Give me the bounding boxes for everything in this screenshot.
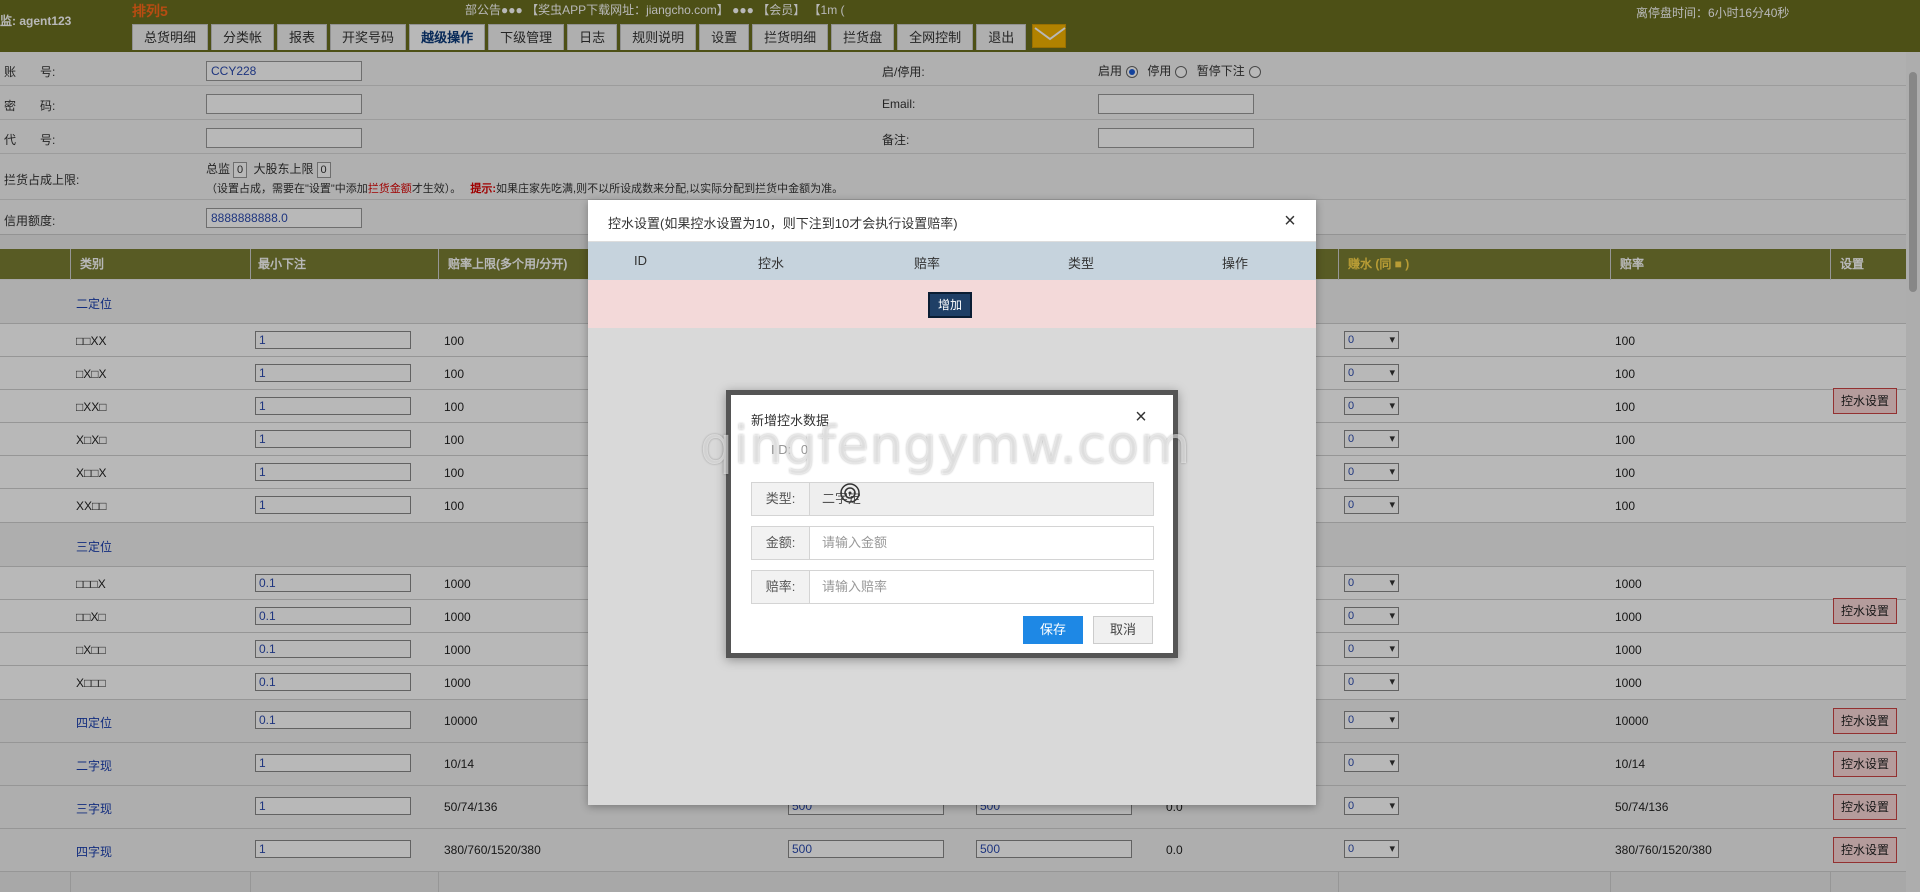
dialog-add-row: 增加 (588, 280, 1316, 328)
save-button[interactable]: 保存 (1023, 616, 1083, 644)
amount-field[interactable]: 金额: 请输入金额 (751, 526, 1154, 560)
id-label: I D: (771, 442, 792, 457)
odds-input[interactable]: 请输入赔率 (822, 571, 887, 603)
close-icon[interactable]: × (1280, 211, 1300, 231)
dialog-title: 控水设置(如果控水设置为10，则下注到10才会执行设置赔率) (608, 216, 958, 231)
add-button[interactable]: 增加 (928, 292, 972, 318)
dialog-header: 控水设置(如果控水设置为10，则下注到10才会执行设置赔率) × (588, 200, 1316, 242)
id-value: 0 (800, 442, 809, 457)
dialog-table-header: ID 控水 赔率 类型 操作 (588, 242, 1316, 280)
odds-label: 赔率: (752, 571, 810, 603)
amount-label: 金额: (752, 527, 810, 559)
type-field: 类型: 二字定 (751, 482, 1154, 516)
col-odds: 赔率 (914, 256, 941, 271)
id-field: I D: 0 (771, 442, 808, 457)
add-control-dialog: 新增控水数据 × I D: 0 类型: 二字定 金额: 请输入金额 赔率: 请输… (726, 390, 1178, 658)
cancel-button[interactable]: 取消 (1093, 616, 1153, 644)
type-label: 类型: (752, 483, 810, 515)
dialog-title: 新增控水数据 (751, 413, 830, 428)
col-control: 控水 (758, 256, 785, 271)
col-action: 操作 (1222, 256, 1249, 271)
busy-cursor-icon (838, 481, 862, 505)
odds-field[interactable]: 赔率: 请输入赔率 (751, 570, 1154, 604)
close-icon[interactable]: × (1131, 407, 1151, 427)
amount-input[interactable]: 请输入金额 (822, 527, 887, 559)
col-id: ID (634, 253, 647, 268)
col-type: 类型 (1068, 256, 1095, 271)
